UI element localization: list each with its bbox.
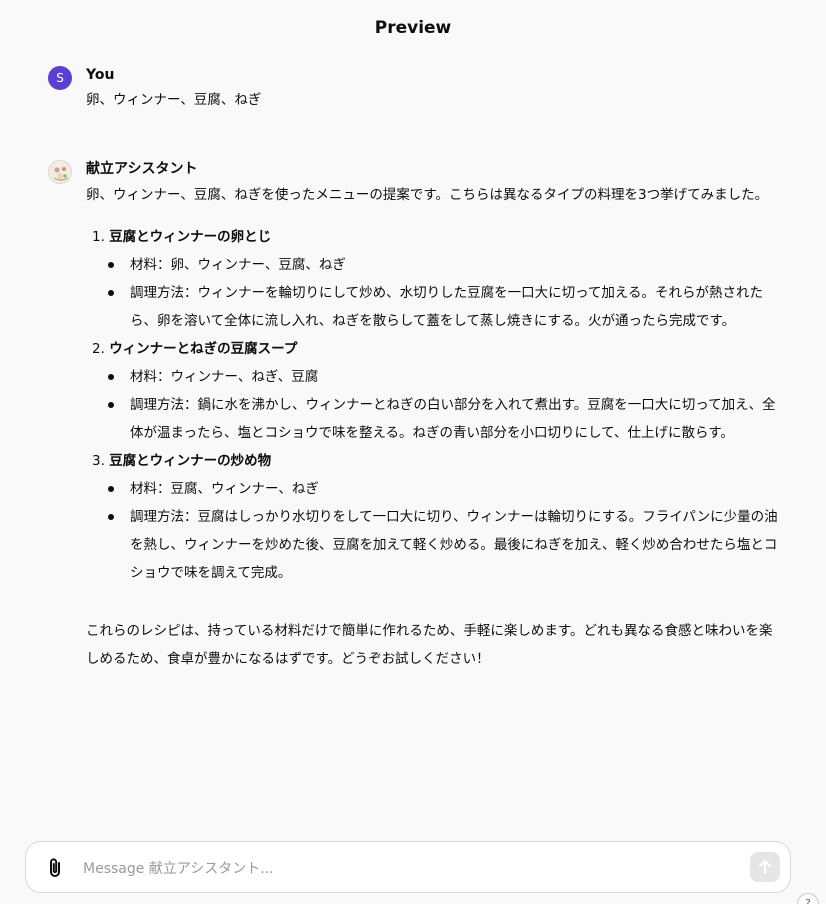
dish-item: 1. 豆腐とウィンナーの卵とじ 材料：卵、ウィンナー、豆腐、ねぎ 調理方法：ウィ… [92,223,788,335]
dish-ingredients-text: 材料：豆腐、ウィンナー、ねぎ [130,481,319,497]
assistant-author-name: 献立アシスタント [86,161,198,177]
dish-ingredients-text: 材料：卵、ウィンナー、豆腐、ねぎ [130,257,346,273]
dish-item: 3. 豆腐とウィンナーの炒め物 材料：豆腐、ウィンナー、ねぎ 調理方法：豆腐はし… [92,447,788,587]
bullet-dot [108,290,114,296]
dish-title: 豆腐とウィンナーの炒め物 [109,453,272,469]
message-composer [25,841,791,893]
assistant-message: 献立アシスタント 卵、ウィンナー、豆腐、ねぎを使ったメニューの提案です。こちらは… [48,158,788,673]
paperclip-icon[interactable] [46,857,66,879]
assistant-intro-text: 卵、ウィンナー、豆腐、ねぎを使ったメニューの提案です。こちらは異なるタイプの料理… [86,187,769,203]
dish-title: 豆腐とウィンナーの卵とじ [109,229,272,245]
bullet-dot [108,262,114,268]
assistant-avatar-image [50,162,71,183]
user-author-name: You [86,67,115,83]
dish-number: 2. [92,341,105,357]
dish-details: 材料：豆腐、ウィンナー、ねぎ 調理方法：豆腐はしっかり水切りをして一口大に切り、… [92,475,788,587]
user-message-text: 卵、ウィンナー、豆腐、ねぎ [86,92,262,108]
user-avatar: S [48,66,72,90]
dish-details: 材料：卵、ウィンナー、豆腐、ねぎ 調理方法：ウィンナーを輪切りにして炒め、水切り… [92,251,788,335]
bullet-dot [108,514,114,520]
chat-preview-page: Preview S You 卵、ウィンナー、豆腐、ねぎ 献立アシスタント 卵、ウ… [0,0,826,904]
dish-item: 2. ウィンナーとねぎの豆腐スープ 材料：ウィンナー、ねぎ、豆腐 調理方法：鍋に… [92,335,788,447]
dish-ingredients: 材料：豆腐、ウィンナー、ねぎ [108,475,788,503]
dish-method: 調理方法：豆腐はしっかり水切りをして一口大に切り、ウィンナーは輪切りにする。フラ… [108,503,788,587]
dish-ingredients: 材料：卵、ウィンナー、豆腐、ねぎ [108,251,788,279]
dish-list: 1. 豆腐とウィンナーの卵とじ 材料：卵、ウィンナー、豆腐、ねぎ 調理方法：ウィ… [86,223,788,587]
send-button[interactable] [750,852,780,882]
assistant-closing-text: これらのレシピは、持っている材料だけで簡単に作れるため、手軽に楽しめます。どれも… [86,623,773,667]
dish-ingredients-text: 材料：ウィンナー、ねぎ、豆腐 [130,369,319,385]
dish-method-text: 調理方法：ウィンナーを輪切りにして炒め、水切りした豆腐を一口大に切って加える。そ… [130,285,764,329]
dish-ingredients: 材料：ウィンナー、ねぎ、豆腐 [108,363,788,391]
help-button[interactable]: ? [797,893,819,904]
dish-title: ウィンナーとねぎの豆腐スープ [109,341,298,357]
bullet-dot [108,374,114,380]
paperclip-icon-svg [50,858,60,877]
dish-method-text: 調理方法：豆腐はしっかり水切りをして一口大に切り、ウィンナーは輪切りにする。フラ… [130,509,778,581]
page-title: Preview [374,18,452,38]
bullet-dot [108,486,114,492]
dish-method: 調理方法：ウィンナーを輪切りにして炒め、水切りした豆腐を一口大に切って加える。そ… [108,279,788,335]
dish-method: 調理方法：鍋に水を沸かし、ウィンナーとねぎの白い部分を入れて煮出す。豆腐を一口大… [108,391,788,447]
dish-number: 3. [92,453,105,469]
dish-method-text: 調理方法：鍋に水を沸かし、ウィンナーとねぎの白い部分を入れて煮出す。豆腐を一口大… [130,397,776,441]
user-message: S You 卵、ウィンナー、豆腐、ねぎ [48,64,788,114]
arrow-up-icon [758,859,772,875]
dish-details: 材料：ウィンナー、ねぎ、豆腐 調理方法：鍋に水を沸かし、ウィンナーとねぎの白い部… [92,363,788,447]
dish-number: 1. [92,229,105,245]
message-input[interactable] [81,855,685,883]
bullet-dot [108,402,114,408]
assistant-avatar [48,160,72,184]
